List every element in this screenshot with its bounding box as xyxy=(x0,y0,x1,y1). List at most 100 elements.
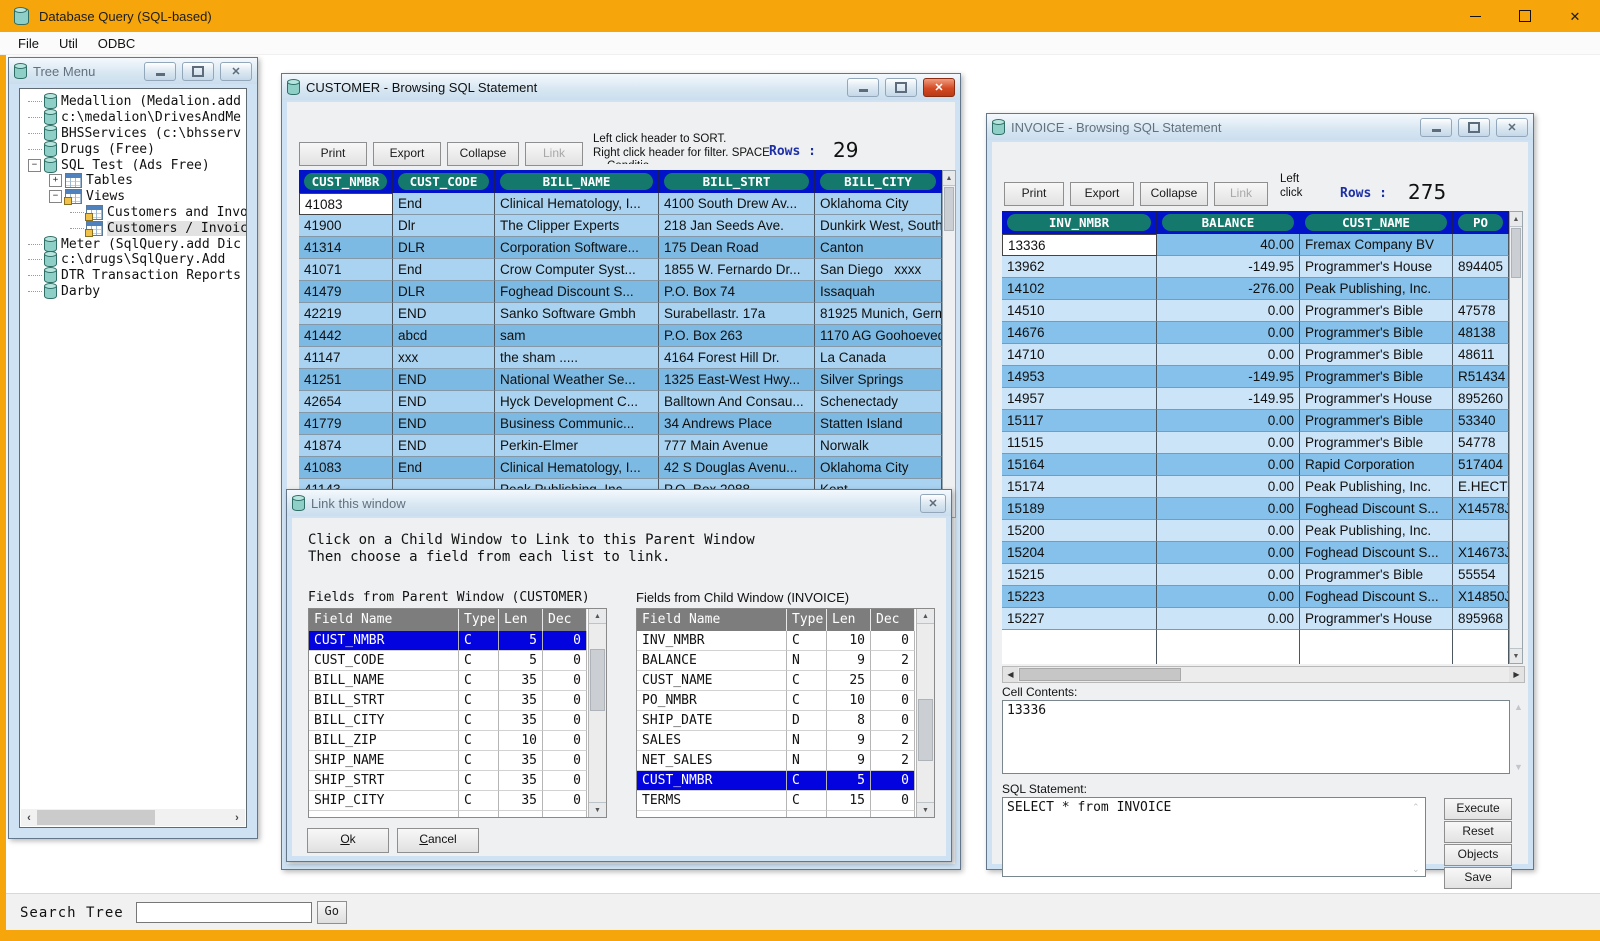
field-column-header[interactable]: Field Name xyxy=(309,609,459,631)
print-button[interactable]: Print xyxy=(299,142,367,166)
grid-cell[interactable]: Hyck Development C... xyxy=(495,391,659,413)
grid-cell[interactable]: the sham ..... xyxy=(495,347,659,369)
field-cell[interactable]: 9 xyxy=(827,651,871,671)
app-minimize-button[interactable] xyxy=(1450,0,1500,32)
field-cell[interactable]: 10 xyxy=(499,731,543,751)
tree-item[interactable]: Meter (SqlQuery.add Dic xyxy=(20,236,246,252)
tree-item[interactable]: −Views xyxy=(20,189,246,205)
field-cell[interactable]: 0 xyxy=(543,711,587,731)
field-cell[interactable]: C xyxy=(459,771,499,791)
grid-cell[interactable]: 14676 xyxy=(1002,322,1157,344)
scroll-down-icon[interactable]: ▼ xyxy=(917,802,934,817)
scroll-up-icon[interactable]: ▲ xyxy=(589,609,606,624)
field-cell[interactable]: 0 xyxy=(871,631,915,651)
field-row[interactable]: SALESN92 xyxy=(637,731,934,751)
field-cell[interactable]: D xyxy=(787,711,827,731)
tree-item[interactable]: Drugs (Free) xyxy=(20,141,246,157)
grid-cell[interactable]: 15200 xyxy=(1002,520,1157,542)
field-cell[interactable]: 9 xyxy=(827,731,871,751)
grid-cell[interactable]: -149.95 xyxy=(1157,388,1300,410)
grid-cell[interactable]: 42219 xyxy=(299,303,393,325)
invoice-titlebar[interactable]: INVOICE - Browsing SQL Statement xyxy=(987,114,1533,140)
grid-cell[interactable]: Dunkirk West, South xyxy=(815,215,942,237)
minimize-button[interactable] xyxy=(847,78,879,97)
field-cell[interactable]: 35 xyxy=(499,671,543,691)
field-cell[interactable]: PO_NMBR xyxy=(637,691,787,711)
grid-cell[interactable]: 14957 xyxy=(1002,388,1157,410)
scroll-up-icon[interactable]: ▲ xyxy=(917,609,934,624)
field-cell[interactable]: CUST_NMBR xyxy=(309,631,459,651)
collapse-button[interactable]: Collapse xyxy=(1140,182,1208,206)
grid-cell[interactable]: 41147 xyxy=(299,347,393,369)
grid-cell[interactable]: 0.00 xyxy=(1157,432,1300,454)
field-column-header[interactable]: Dec xyxy=(871,609,915,631)
grid-cell[interactable]: Perkin-Elmer xyxy=(495,435,659,457)
field-cell[interactable]: SALES xyxy=(637,731,787,751)
field-cell[interactable]: C xyxy=(787,791,827,811)
field-cell[interactable]: 5 xyxy=(499,631,543,651)
grid-cell[interactable]: Programmer's Bible xyxy=(1300,322,1453,344)
tree-item[interactable]: Customers and Invo xyxy=(20,205,246,221)
grid-cell[interactable]: 15223 xyxy=(1002,586,1157,608)
field-cell[interactable]: CUST_CODE xyxy=(309,651,459,671)
grid-cell[interactable]: San Diego xxxx xyxy=(815,259,942,281)
invoice-horizontal-scrollbar[interactable]: ◀ ▶ xyxy=(1002,666,1525,683)
field-row[interactable]: CUST_CODEC50 xyxy=(309,651,606,671)
grid-cell[interactable]: Schenectady xyxy=(815,391,942,413)
field-cell[interactable]: C xyxy=(787,631,827,651)
field-row[interactable]: SHIP_NAMEC350 xyxy=(309,751,606,771)
field-cell[interactable]: 0 xyxy=(871,671,915,691)
field-cell[interactable]: 35 xyxy=(499,691,543,711)
field-cell[interactable]: 8 xyxy=(827,711,871,731)
export-button[interactable]: Export xyxy=(373,142,441,166)
scroll-down-icon[interactable]: ▼ xyxy=(1510,648,1522,663)
grid-cell[interactable]: 0.00 xyxy=(1157,542,1300,564)
grid-cell[interactable]: 4100 South Drew Av... xyxy=(659,193,815,215)
grid-cell[interactable]: 15117 xyxy=(1002,410,1157,432)
field-row[interactable]: TERMSC150 xyxy=(637,791,934,811)
field-cell[interactable]: 9 xyxy=(827,751,871,771)
column-header[interactable]: CUST_NMBR xyxy=(299,170,393,193)
field-cell[interactable]: N xyxy=(787,751,827,771)
field-row[interactable]: CUST_NAMEC250 xyxy=(637,671,934,691)
grid-cell[interactable]: Foghead Discount S... xyxy=(1300,586,1453,608)
grid-cell[interactable]: 40.00 xyxy=(1157,234,1300,256)
grid-cell[interactable]: R51434 xyxy=(1453,366,1509,388)
close-button[interactable] xyxy=(920,494,946,513)
field-column-header[interactable]: Type xyxy=(459,609,499,631)
grid-cell[interactable]: 0.00 xyxy=(1157,344,1300,366)
field-row[interactable]: SHIP_CITYC350 xyxy=(309,791,606,811)
expand-icon[interactable]: + xyxy=(49,174,62,187)
grid-cell[interactable]: 895968 xyxy=(1453,608,1509,630)
field-table-scrollbar[interactable]: ▲▼ xyxy=(916,609,934,817)
grid-cell[interactable]: 777 Main Avenue xyxy=(659,435,815,457)
field-cell[interactable]: N xyxy=(787,731,827,751)
go-button[interactable]: Go xyxy=(317,901,347,924)
grid-cell[interactable]: Oklahoma City xyxy=(815,457,942,479)
grid-cell[interactable]: 13336 xyxy=(1002,234,1157,256)
grid-cell[interactable]: Fremax Company BV xyxy=(1300,234,1453,256)
column-header[interactable]: BILL_NAME xyxy=(495,170,659,193)
grid-cell[interactable]: E.HECTO xyxy=(1453,476,1509,498)
field-row[interactable]: SHIP_STRTC350 xyxy=(309,771,606,791)
field-cell[interactable]: 35 xyxy=(499,711,543,731)
invoice-vertical-scrollbar[interactable]: ▲ ▼ xyxy=(1509,211,1523,664)
field-cell[interactable]: N xyxy=(787,651,827,671)
field-cell[interactable]: 0 xyxy=(543,771,587,791)
field-cell[interactable]: CUST_NAME xyxy=(637,671,787,691)
grid-cell[interactable]: 14510 xyxy=(1002,300,1157,322)
reset-button[interactable]: Reset xyxy=(1444,821,1512,843)
field-cell[interactable]: 0 xyxy=(543,651,587,671)
field-row[interactable]: INV_NMBRC100 xyxy=(637,631,934,651)
collapse-icon[interactable]: − xyxy=(28,159,41,172)
column-header[interactable]: CUST_NAME xyxy=(1300,211,1453,234)
grid-cell[interactable]: Norwalk xyxy=(815,435,942,457)
grid-cell[interactable]: 0.00 xyxy=(1157,454,1300,476)
grid-cell[interactable]: 42654 xyxy=(299,391,393,413)
menu-util[interactable]: Util xyxy=(49,36,88,51)
column-header[interactable]: INV_NMBR xyxy=(1002,211,1157,234)
scroll-down-icon[interactable]: ▼ xyxy=(589,802,606,817)
field-row[interactable]: PO_NMBRC100 xyxy=(637,691,934,711)
save-button[interactable]: Save xyxy=(1444,867,1512,889)
grid-cell[interactable]: Surabellastr. 17a xyxy=(659,303,815,325)
